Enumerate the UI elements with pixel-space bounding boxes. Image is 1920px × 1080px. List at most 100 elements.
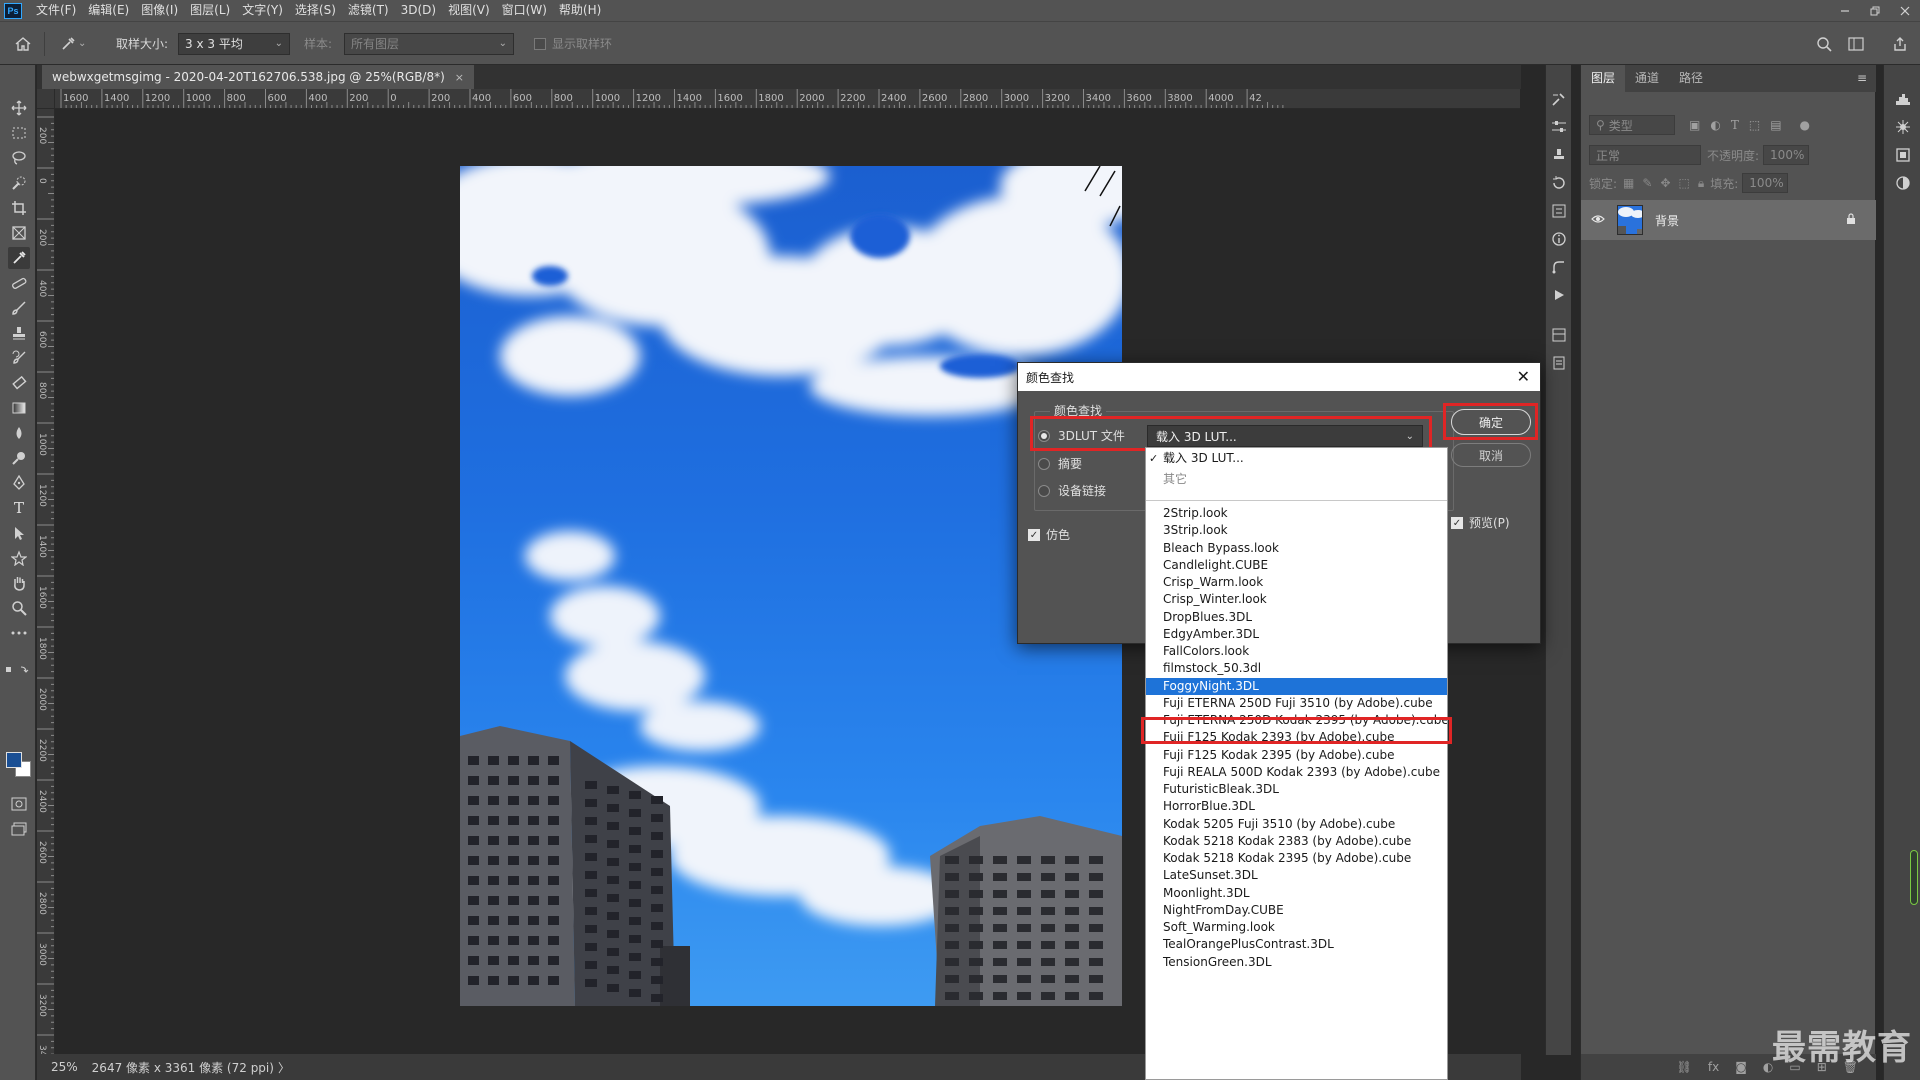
gradient-tool-icon[interactable] [8,397,30,419]
radio-abstract[interactable]: 摘要 [1038,455,1082,472]
menu-item[interactable]: 帮助(H) [553,0,607,21]
sample-size-select[interactable]: 3 x 3 平均 ⌄ [178,32,290,55]
pen-tool-icon[interactable] [8,472,30,494]
properties-icon[interactable] [1546,199,1572,223]
close-icon[interactable]: ✕ [1517,367,1530,386]
quick-selection-tool-icon[interactable] [8,172,30,194]
home-icon[interactable] [14,22,32,65]
menu-item[interactable]: 视图(V) [442,0,496,21]
dropdown-item-load-lut[interactable]: ✓ 载入 3D LUT... [1146,448,1447,469]
layer-name[interactable]: 背景 [1655,212,1679,229]
preview-checkbox[interactable]: ✓ 预览(P) [1451,514,1510,531]
lut-list-item[interactable]: DropBlues.3DL [1146,609,1447,626]
show-sampling-ring-checkbox[interactable]: 显示取样环 [534,22,612,65]
actions-play-icon[interactable] [1546,283,1572,307]
filter-adjustment-icon[interactable]: ◐ [1710,118,1720,132]
tab-paths[interactable]: 路径 [1669,65,1713,92]
navigator-icon[interactable] [1890,115,1916,139]
lock-artboard-icon[interactable]: ⬚ [1679,176,1690,190]
document-tab[interactable]: webwxgetmsgimg - 2020-04-20T162706.538.j… [42,65,475,89]
lut-list-item[interactable]: Candlelight.CUBE [1146,557,1447,574]
radio-device-link[interactable]: 设备链接 [1038,482,1106,499]
color-icon[interactable] [1890,171,1916,195]
add-mask-icon[interactable]: ◙ [1735,1060,1747,1074]
clone-source-icon[interactable] [1546,143,1572,167]
eyedropper-tool-preset-icon[interactable]: ⌄ [60,22,86,65]
cancel-button[interactable]: 取消 [1451,443,1531,467]
libraries-icon[interactable] [1546,323,1572,347]
lut-list-item[interactable]: Crisp_Warm.look [1146,574,1447,591]
filter-pixel-icon[interactable]: ▣ [1689,118,1700,132]
shape-tool-icon[interactable] [8,547,30,569]
blur-tool-icon[interactable] [8,422,30,444]
brush-settings-icon[interactable] [1546,87,1572,111]
photoshop-logo-icon[interactable]: Ps [4,2,22,19]
search-icon[interactable] [1816,22,1832,65]
more-tools-icon[interactable] [8,622,30,644]
panel-menu-icon[interactable]: ≡ [1857,71,1867,85]
hand-tool-icon[interactable] [8,572,30,594]
eraser-tool-icon[interactable] [8,372,30,394]
zoom-level[interactable]: 25% [51,1060,78,1074]
dodge-tool-icon[interactable] [8,447,30,469]
adjustments-icon[interactable] [1546,115,1572,139]
lock-transparent-icon[interactable]: ▦ [1623,176,1634,190]
color-swatches[interactable] [6,752,32,778]
frame-tool-icon[interactable] [8,222,30,244]
filter-smart-object-icon[interactable]: ▤ [1770,118,1781,132]
lut-list-item[interactable]: TealOrangePlusContrast.3DL [1146,936,1447,953]
status-arrow-icon[interactable]: 〉 [278,1059,290,1076]
notes-icon[interactable] [1546,351,1572,375]
opacity-input[interactable]: 100% [1763,145,1810,165]
close-icon[interactable]: × [455,71,464,84]
lut-list-item[interactable]: NightFromDay.CUBE [1146,902,1447,919]
menu-item[interactable]: 窗口(W) [496,0,553,21]
type-tool-icon[interactable]: T [8,497,30,519]
lut-list-item[interactable]: TensionGreen.3DL [1146,954,1447,971]
menu-item[interactable]: 图层(L) [184,0,236,21]
tab-layers[interactable]: 图层 [1581,65,1626,92]
sample-select[interactable]: 所有图层 ⌄ [344,32,514,55]
lut-list-item[interactable]: Kodak 5218 Kodak 2383 (by Adobe).cube [1146,833,1447,850]
lock-image-icon[interactable]: ✎ [1642,176,1652,190]
lut-list-item[interactable]: 2Strip.look [1146,505,1447,522]
lut-list-item[interactable]: FallColors.look [1146,643,1447,660]
history-icon[interactable] [1546,171,1572,195]
minimize-button[interactable] [1830,0,1860,21]
lut-list-item[interactable]: FoggyNight.3DL [1146,677,1447,695]
link-layers-icon[interactable]: ⛓ [1677,1060,1692,1074]
layer-style-icon[interactable]: fx [1708,1060,1719,1074]
lut-list-item[interactable]: EdgyAmber.3DL [1146,626,1447,643]
menu-item[interactable]: 滤镜(T) [342,0,395,21]
zoom-tool-icon[interactable] [8,597,30,619]
filter-toggle-icon[interactable]: ● [1800,118,1810,132]
filter-shape-icon[interactable]: ⬚ [1749,118,1760,132]
lock-all-icon[interactable]: 🔒︎ [1698,176,1704,191]
lut-list-item[interactable]: Kodak 5218 Kodak 2395 (by Adobe).cube [1146,850,1447,867]
close-window-button[interactable] [1890,0,1920,21]
crop-tool-icon[interactable] [8,197,30,219]
info-icon[interactable] [1546,227,1572,251]
lut-list-item[interactable]: Fuji REALA 500D Kodak 2393 (by Adobe).cu… [1146,764,1447,781]
lut-list-item[interactable]: Fuji ETERNA 250D Fuji 3510 (by Adobe).cu… [1146,695,1447,712]
lut-list-item[interactable]: FuturisticBleak.3DL [1146,781,1447,798]
layer-row-background[interactable]: 背景 [1581,200,1876,240]
menu-item[interactable]: 选择(S) [289,0,342,21]
tab-channels[interactable]: 通道 [1625,65,1669,92]
dialog-titlebar[interactable]: 颜色查找 ✕ [1018,363,1540,391]
fill-input[interactable]: 100% [1742,173,1789,193]
move-tool-icon[interactable] [8,97,30,119]
marquee-tool-icon[interactable] [8,122,30,144]
lut-list-item[interactable]: Crisp_Winter.look [1146,591,1447,608]
lut-list-item[interactable]: HorrorBlue.3DL [1146,798,1447,815]
layer-lock-icon[interactable] [1846,212,1856,228]
lut-list-item[interactable]: Soft_Warming.look [1146,919,1447,936]
lasso-tool-icon[interactable] [8,147,30,169]
menu-item[interactable]: 编辑(E) [82,0,135,21]
menu-item[interactable]: 图像(I) [135,0,184,21]
blend-mode-select[interactable]: 正常 [1589,145,1701,165]
horizontal-ruler[interactable]: 1600 1400 1200 1000 800 600 400 200 0 200 400 600 80… [55,89,1520,109]
lut-list-item[interactable]: LateSunset.3DL [1146,867,1447,884]
visibility-eye-icon[interactable] [1591,213,1607,228]
histogram-icon[interactable] [1890,87,1916,111]
